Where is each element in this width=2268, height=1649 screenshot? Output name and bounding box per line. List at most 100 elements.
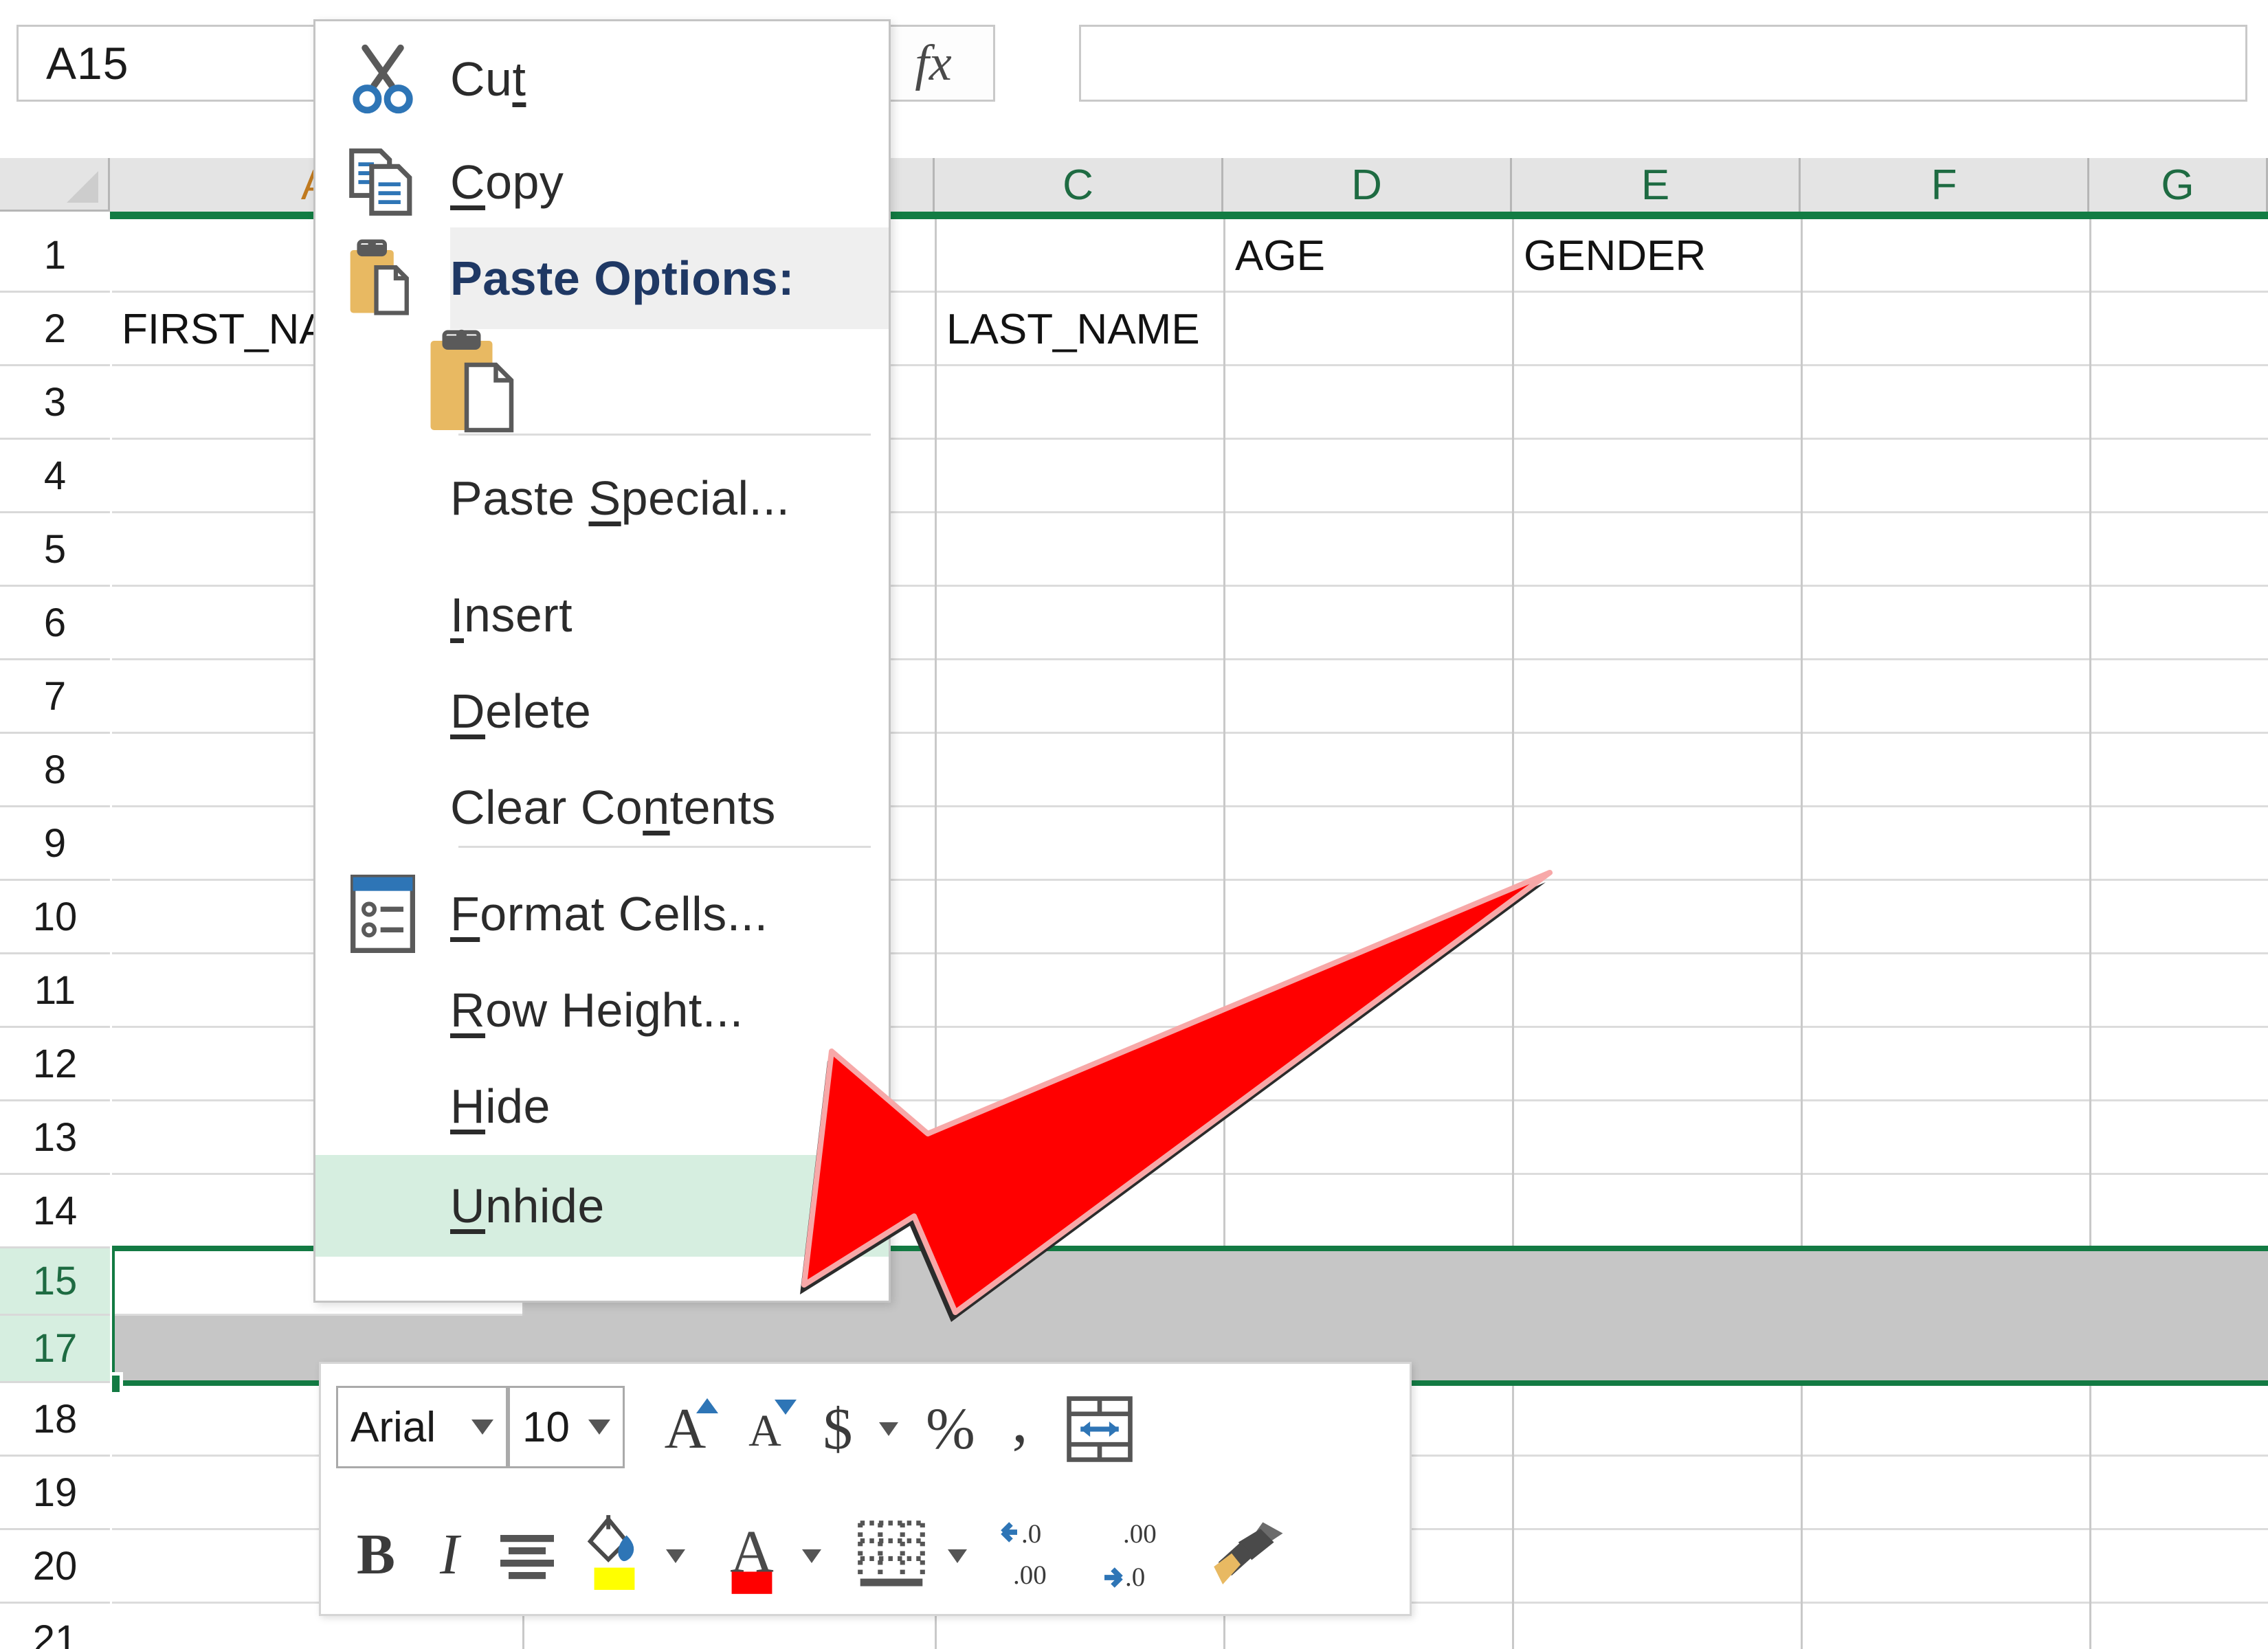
row-header-label: 2 [43, 306, 67, 351]
row-header-label: 10 [32, 894, 78, 939]
row-header-5[interactable]: 5 [0, 513, 110, 587]
row-header-8[interactable]: 8 [0, 734, 110, 807]
paste-keep-source-icon[interactable] [315, 327, 638, 444]
borders-dropdown[interactable] [944, 1546, 971, 1567]
cell-C2[interactable]: LAST_NAME [937, 293, 1200, 366]
row-header-1[interactable]: 1 [0, 219, 110, 293]
menu-item-copy[interactable]: Copy [315, 131, 889, 233]
menu-item-icon-slot [315, 564, 450, 666]
row-header-12[interactable]: 12 [0, 1028, 110, 1101]
menu-item-cut[interactable]: Cut [315, 28, 889, 130]
svg-text:.00: .00 [1123, 1519, 1157, 1549]
decrease-decimal-icon: .0 .00 [1001, 1519, 1047, 1590]
row-header-label: 19 [32, 1470, 78, 1515]
row-header-20[interactable]: 20 [0, 1530, 110, 1604]
column-header-label: G [2161, 161, 2194, 209]
row-header-2[interactable]: 2 [0, 293, 110, 366]
column-header-label: D [1351, 161, 1382, 209]
menu-item-icon-slot [315, 1155, 450, 1257]
font-color-dropdown[interactable] [798, 1546, 825, 1567]
row-header-19[interactable]: 19 [0, 1457, 110, 1530]
accounting-number-format-button[interactable]: $ [810, 1393, 865, 1464]
menu-item-unhide[interactable]: Unhide [315, 1155, 889, 1257]
column-header-label: E [1641, 161, 1670, 209]
row-header-6[interactable]: 6 [0, 587, 110, 660]
percent-icon: % [926, 1395, 975, 1461]
row-header-3[interactable]: 3 [0, 366, 110, 440]
font-color-button[interactable]: A [714, 1509, 790, 1598]
row-header-13[interactable]: 13 [0, 1101, 110, 1175]
column-header-c[interactable]: C [935, 158, 1223, 212]
percent-style-button[interactable]: % [918, 1393, 983, 1464]
menu-separator [458, 846, 871, 848]
center-align-button[interactable] [493, 1527, 562, 1589]
name-box-value: A15 [46, 38, 129, 89]
menu-item-row-height[interactable]: Row Height... [315, 959, 889, 1061]
row-header-label: 20 [32, 1543, 78, 1589]
italic-button[interactable]: I [425, 1520, 474, 1589]
menu-item-label: Clear Contents [450, 781, 776, 834]
row-header-band: 1 2 3 4 5 6 7 8 9 10 11 12 13 14 15 17 18 19 20 21 [0, 219, 110, 1649]
menu-item-hide[interactable]: Hide [315, 1055, 889, 1157]
menu-item-label: Format Cells... [450, 887, 768, 941]
row-header-17[interactable]: 17 [0, 1316, 110, 1383]
menu-item-clear-contents[interactable]: Clear Contents [315, 756, 889, 858]
row-header-11[interactable]: 11 [0, 954, 110, 1028]
row-header-14[interactable]: 14 [0, 1175, 110, 1248]
menu-item-paste-options[interactable]: Paste Options: [450, 227, 889, 329]
row-header-15[interactable]: 15 [0, 1248, 110, 1316]
grid-vertical-line [1801, 219, 1803, 1649]
column-header-g[interactable]: G [2089, 158, 2268, 212]
menu-item-insert[interactable]: Insert [315, 564, 889, 666]
chevron-down-icon [666, 1549, 685, 1563]
column-header-f[interactable]: F [1801, 158, 2089, 212]
menu-item-paste-special[interactable]: Paste Special... [315, 447, 889, 549]
increase-decimal-button[interactable]: .00 .0 [1095, 1512, 1184, 1598]
row-header-label: 6 [43, 600, 67, 645]
menu-item-icon-slot [315, 447, 450, 549]
accounting-format-dropdown[interactable] [875, 1419, 902, 1439]
comma-style-button[interactable]: , [996, 1384, 1044, 1456]
merge-and-center-button[interactable] [1062, 1391, 1137, 1467]
menu-item-icon-slot [315, 959, 450, 1061]
format-painter-button[interactable] [1205, 1514, 1294, 1597]
menu-item-format-cells[interactable]: Format Cells... [315, 863, 889, 965]
cell-E1[interactable]: GENDER [1514, 219, 1706, 293]
decrease-font-size-button[interactable]: A [731, 1400, 799, 1463]
row-header-7[interactable]: 7 [0, 660, 110, 734]
cell-D1[interactable]: AGE [1225, 219, 1325, 293]
select-all-corner[interactable] [0, 158, 110, 212]
column-header-e[interactable]: E [1512, 158, 1801, 212]
font-size-combo[interactable]: 10 [508, 1386, 625, 1468]
fill-handle[interactable] [112, 1372, 123, 1395]
menu-item-delete[interactable]: Delete [315, 660, 889, 762]
column-header-d[interactable]: D [1223, 158, 1512, 212]
formula-input[interactable] [1079, 25, 2247, 102]
menu-item-label: Unhide [450, 1179, 605, 1233]
column-header-label: C [1063, 161, 1093, 209]
bold-button[interactable]: B [348, 1520, 403, 1589]
menu-item-label: Row Height... [450, 983, 744, 1037]
copy-icon [315, 131, 450, 233]
excel-window: A15 fx ABCDEFG 1234567891011121314151718… [0, 0, 2268, 1649]
row-header-label: 14 [32, 1188, 78, 1233]
row-header-4[interactable]: 4 [0, 440, 110, 513]
row-header-21[interactable]: 21 [0, 1604, 110, 1649]
menu-separator [458, 434, 871, 436]
font-name-combo[interactable]: Arial [336, 1386, 508, 1468]
row-header-18[interactable]: 18 [0, 1383, 110, 1457]
paint-bucket-icon [587, 1515, 635, 1590]
increase-decimal-icon: .00 .0 [1104, 1519, 1157, 1592]
increase-font-size-button[interactable]: A [651, 1394, 720, 1463]
font-name-value: Arial [351, 1403, 436, 1451]
fill-color-dropdown[interactable] [662, 1546, 689, 1567]
row-header-10[interactable]: 10 [0, 881, 110, 954]
fill-color-button[interactable] [577, 1509, 652, 1598]
row-header-label: 17 [32, 1326, 78, 1371]
decrease-decimal-button[interactable]: .0 .00 [993, 1512, 1082, 1598]
borders-button[interactable] [850, 1513, 933, 1595]
scissors-icon [315, 28, 450, 130]
row-header-9[interactable]: 9 [0, 807, 110, 881]
mini-toolbar: Arial 10 A A $ % , B I A .0 .00 .00 .0 [319, 1362, 1412, 1616]
menu-item-label: Paste Special... [450, 471, 790, 525]
